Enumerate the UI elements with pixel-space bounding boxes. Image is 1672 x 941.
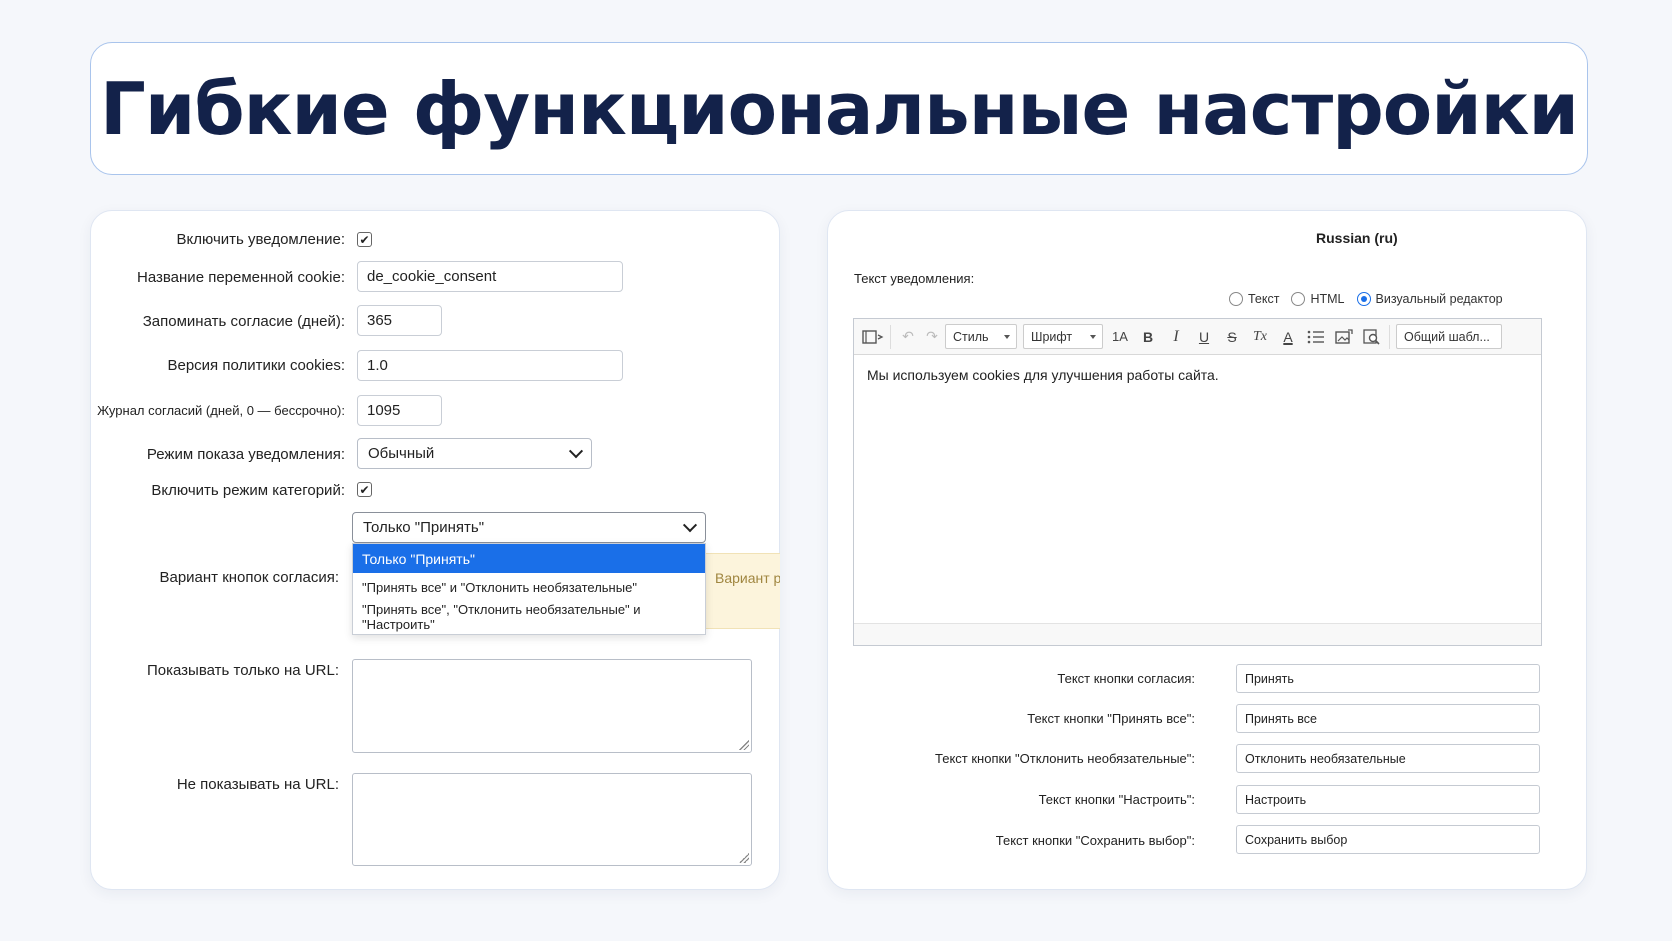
enable-notification-label: Включить уведомление:: [176, 231, 345, 248]
show-only-url-label: Показывать только на URL:: [146, 662, 339, 679]
checkmark-icon: ✔: [359, 232, 370, 247]
page-title: Гибкие функциональные настройки: [100, 66, 1579, 151]
field-label: Текст кнопки "Отклонить необязательные":: [935, 751, 1195, 766]
rich-text-editor: ↶ ↷ Стиль Шрифт 1A B I U S Tx A Общий ша…: [853, 318, 1542, 646]
underline-icon[interactable]: U: [1193, 325, 1215, 349]
editor-statusbar: [854, 623, 1541, 645]
customize-text-input[interactable]: Настроить: [1236, 785, 1540, 814]
radio-icon: [1291, 292, 1306, 306]
strikethrough-icon[interactable]: S: [1221, 325, 1243, 349]
title-card: Гибкие функциональные настройки: [90, 42, 1588, 175]
bulleted-list-icon[interactable]: [1305, 325, 1327, 349]
clear-format-icon[interactable]: Tx: [1249, 325, 1271, 349]
remember-days-label: Запоминать согласие (дней):: [142, 313, 345, 330]
source-icon[interactable]: [862, 325, 884, 349]
bold-icon[interactable]: B: [1137, 325, 1159, 349]
categories-mode-checkbox[interactable]: ✔: [357, 482, 372, 497]
checkmark-icon: ✔: [359, 482, 370, 497]
buttons-variant-value: Только "Принять": [363, 519, 485, 536]
resize-handle-icon[interactable]: [739, 740, 749, 750]
font-dropdown[interactable]: Шрифт: [1023, 324, 1103, 349]
buttons-variant-dropdown: Только "Принять" "Принять все" и "Отклон…: [352, 543, 706, 635]
caret-down-icon: [1004, 334, 1010, 339]
dropdown-option[interactable]: "Принять все", "Отклонить необязательные…: [353, 602, 705, 632]
remember-days-input[interactable]: 365: [357, 305, 442, 336]
mode-text-radio[interactable]: Текст: [1229, 292, 1279, 306]
hide-url-textarea[interactable]: [352, 773, 752, 866]
mode-label: Визуальный редактор: [1375, 292, 1503, 306]
image-icon[interactable]: [1333, 325, 1355, 349]
cookie-name-label: Название переменной cookie:: [137, 269, 345, 286]
editor-toolbar: ↶ ↷ Стиль Шрифт 1A B I U S Tx A Общий ша…: [854, 319, 1541, 355]
font-size-icon[interactable]: 1A: [1109, 325, 1131, 349]
undo-icon[interactable]: ↶: [897, 325, 919, 349]
mode-html-radio[interactable]: HTML: [1291, 292, 1345, 306]
hint-box: Вариант р: [706, 553, 780, 629]
radio-icon: [1356, 292, 1371, 306]
hide-url-label: Не показывать на URL:: [176, 776, 339, 793]
policy-version-label: Версия политики cookies:: [167, 357, 345, 374]
cookie-name-input[interactable]: de_cookie_consent: [357, 261, 623, 292]
policy-version-input[interactable]: 1.0: [357, 350, 623, 381]
radio-icon: [1229, 292, 1243, 306]
style-dropdown-label: Стиль: [953, 329, 989, 344]
font-color-icon[interactable]: A: [1277, 325, 1299, 349]
field-label: Текст кнопки согласия:: [1057, 671, 1195, 686]
toolbar-separator: [890, 324, 891, 349]
chevron-down-icon: [568, 443, 584, 458]
consent-log-label: Журнал согласий (дней, 0 — бессрочно):: [97, 403, 345, 418]
display-mode-select[interactable]: Обычный: [357, 438, 592, 469]
chevron-down-icon: [682, 517, 698, 532]
toolbar-separator: [1389, 324, 1390, 349]
dropdown-option[interactable]: Только "Принять": [353, 544, 705, 573]
field-label: Текст кнопки "Сохранить выбор":: [995, 833, 1195, 848]
dropdown-option[interactable]: "Принять все" и "Отклонить необязательны…: [353, 573, 705, 602]
accept-button-text-input[interactable]: Принять: [1236, 664, 1540, 693]
resize-handle-icon[interactable]: [739, 853, 749, 863]
display-mode-label: Режим показа уведомления:: [146, 446, 345, 463]
mode-visual-radio[interactable]: Визуальный редактор: [1356, 292, 1503, 306]
font-dropdown-label: Шрифт: [1031, 329, 1073, 344]
hint-text: Вариант р: [715, 570, 780, 586]
template-dropdown-label: Общий шабл...: [1404, 329, 1490, 344]
enable-notification-checkbox[interactable]: ✔: [357, 232, 372, 247]
find-replace-icon[interactable]: [1361, 325, 1383, 349]
editor-mode-group: Текст HTML Визуальный редактор: [1229, 292, 1503, 306]
display-mode-value: Обычный: [368, 445, 435, 462]
editor-content[interactable]: Мы используем cookies для улучшения рабо…: [854, 355, 1541, 395]
consent-log-input[interactable]: 1095: [357, 395, 442, 426]
template-dropdown[interactable]: Общий шабл...: [1396, 324, 1502, 349]
field-label: Текст кнопки "Настроить":: [1038, 792, 1195, 807]
redo-icon[interactable]: ↷: [925, 325, 939, 349]
field-label: Текст кнопки "Принять все":: [1027, 711, 1195, 726]
notification-text-label: Текст уведомления:: [854, 271, 975, 286]
style-dropdown[interactable]: Стиль: [945, 324, 1017, 349]
italic-icon[interactable]: I: [1165, 325, 1187, 349]
accept-all-text-input[interactable]: Принять все: [1236, 704, 1540, 733]
buttons-variant-label: Вариант кнопок согласия:: [159, 569, 339, 586]
language-title: Russian (ru): [1316, 230, 1398, 246]
buttons-variant-select[interactable]: Только "Принять": [352, 512, 706, 543]
show-only-url-textarea[interactable]: [352, 659, 752, 753]
categories-mode-label: Включить режим категорий:: [151, 482, 345, 499]
caret-down-icon: [1090, 334, 1096, 339]
save-choice-text-input[interactable]: Сохранить выбор: [1236, 825, 1540, 854]
reject-optional-text-input[interactable]: Отклонить необязательные: [1236, 744, 1540, 773]
mode-label: Текст: [1248, 292, 1280, 306]
mode-label: HTML: [1310, 292, 1345, 306]
